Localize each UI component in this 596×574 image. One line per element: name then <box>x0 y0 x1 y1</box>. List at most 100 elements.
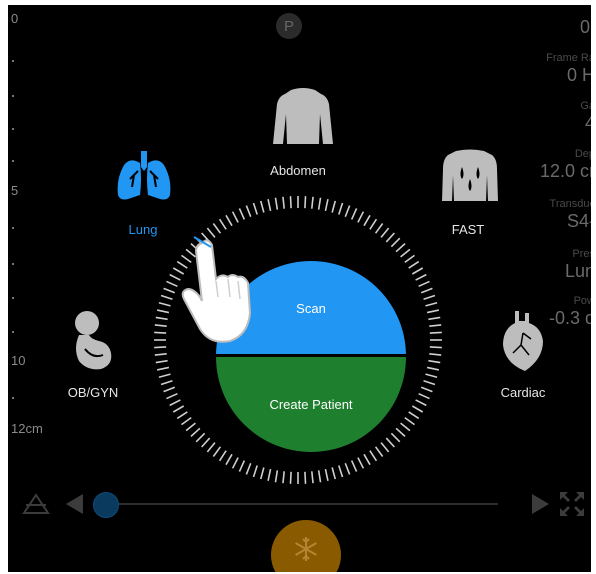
dial-tick <box>206 442 216 453</box>
slider-track[interactable] <box>98 503 498 505</box>
depth-tick <box>12 95 14 97</box>
dial-tick <box>350 208 358 220</box>
dial-tick <box>390 432 401 443</box>
dial-tick <box>423 294 436 300</box>
dial-tick <box>156 309 170 314</box>
dial-tick <box>245 462 252 475</box>
dial-tick <box>163 287 176 294</box>
create-patient-button-label: Create Patient <box>269 397 353 412</box>
dial-tick <box>426 366 440 371</box>
fetus-icon <box>75 311 112 370</box>
dial-tick <box>259 467 265 480</box>
dial-tick <box>166 280 178 288</box>
dial-tick <box>357 211 365 223</box>
preset-cardiac[interactable]: Cardiac <box>463 305 583 405</box>
param-top-value: 0. <box>579 17 591 37</box>
dial-tick <box>218 450 227 462</box>
preset-cardiac-label: Cardiac <box>500 385 546 400</box>
depth-scale-5: 5 <box>11 183 19 198</box>
dial-tick <box>363 214 371 227</box>
dial-tick <box>225 453 233 466</box>
preset-abdomen[interactable]: Abdomen <box>248 88 348 188</box>
dial-tick <box>163 386 176 393</box>
dial-tick <box>231 457 239 469</box>
dial-tick <box>425 373 438 379</box>
dial-tick <box>317 197 322 210</box>
triangle-right-icon[interactable] <box>528 492 552 516</box>
dial-tick <box>252 465 258 478</box>
depth-tick <box>12 227 14 229</box>
dial-tick <box>311 196 314 209</box>
dial-tick <box>390 237 401 248</box>
dial-tick <box>324 468 329 482</box>
dial-tick <box>418 280 430 288</box>
dial-tick <box>350 460 358 472</box>
dial-tick <box>282 196 285 209</box>
dial-tick <box>420 386 433 393</box>
dial-tick <box>363 453 371 466</box>
dial-tick <box>418 392 430 400</box>
dial-tick <box>317 470 322 483</box>
dial-tick <box>415 399 427 407</box>
dial-tick <box>426 309 440 314</box>
dial-tick <box>425 301 438 307</box>
depth-tick <box>12 60 14 62</box>
dial-tick <box>304 471 307 484</box>
fast-torso-icon <box>442 149 498 201</box>
dial-tick <box>380 442 390 453</box>
preset-abdomen-label: Abdomen <box>270 163 326 178</box>
dial-tick <box>385 232 395 243</box>
top-center-badge[interactable]: P <box>276 13 302 39</box>
dial-tick <box>154 331 167 334</box>
warning-icon[interactable] <box>22 493 50 515</box>
dial-tick <box>195 432 206 443</box>
depth-tick <box>12 297 14 299</box>
dial-tick <box>225 214 233 227</box>
frame-rate-value: 0 H <box>566 65 591 85</box>
dial-tick <box>374 223 384 234</box>
dial-tick <box>338 465 344 478</box>
preset-obgyn[interactable]: OB/GYN <box>33 305 153 405</box>
dial-tick <box>201 437 211 448</box>
dial-tick <box>155 316 168 321</box>
dial-tick <box>357 457 365 469</box>
dial-tick <box>289 196 292 209</box>
preset-param-label: Pres <box>572 248 591 260</box>
pointing-hand-icon <box>181 239 252 343</box>
depth-param-value: 12.0 cr <box>539 161 591 181</box>
dial-tick <box>331 200 337 213</box>
dial-tick <box>369 218 378 230</box>
dial-tick <box>231 211 239 223</box>
dial-tick <box>166 392 178 400</box>
dial-tick <box>181 416 192 426</box>
dial-tick <box>238 460 246 472</box>
dial-tick <box>428 316 441 321</box>
dial-tick <box>158 301 171 307</box>
dial-tick <box>385 437 395 448</box>
dial-tick <box>338 202 344 215</box>
transducer-label: Transduc <box>549 198 591 210</box>
preset-param-value: Lun <box>564 261 591 281</box>
dial-tick <box>429 353 442 356</box>
dial-tick <box>172 405 185 413</box>
dial-tick <box>154 346 167 349</box>
fullscreen-icon[interactable] <box>558 490 586 518</box>
dial-tick <box>267 198 272 212</box>
slider-thumb[interactable] <box>93 492 119 518</box>
freeze-button[interactable] <box>271 520 341 572</box>
depth-tick <box>12 128 14 130</box>
dial-tick <box>218 218 227 230</box>
snowflake-icon <box>295 537 317 561</box>
dial-tick <box>311 471 314 484</box>
depth-scale-10: 10 <box>11 353 26 368</box>
depth-param-label: Dep <box>574 148 591 160</box>
dial-tick <box>400 422 411 432</box>
triangle-left-icon[interactable] <box>63 492 87 516</box>
dial-tick <box>274 197 279 210</box>
dial-tick <box>429 324 442 327</box>
dial-tick <box>169 273 181 281</box>
dial-tick <box>408 411 420 420</box>
dial-tick <box>344 462 351 475</box>
dial-tick <box>259 200 265 213</box>
gain-label: Ga <box>580 100 591 112</box>
